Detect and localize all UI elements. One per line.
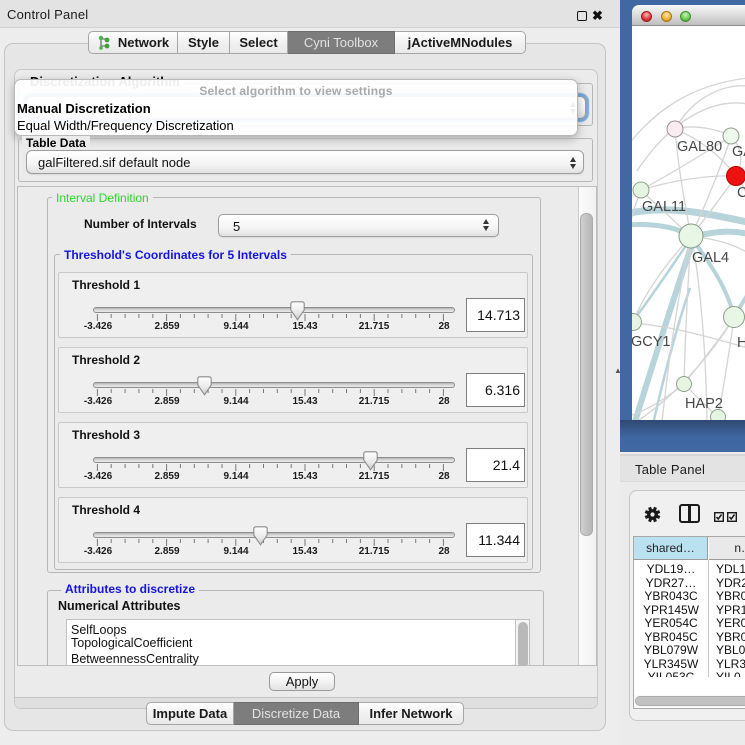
svg-text:C: C	[737, 185, 745, 201]
svg-text:H: H	[737, 335, 745, 351]
svg-text:GAL11: GAL11	[642, 199, 686, 215]
svg-text:GCY1: GCY1	[632, 334, 671, 350]
svg-text:GA: GA	[732, 144, 745, 160]
svg-text:HAP2: HAP2	[685, 396, 723, 412]
svg-text:GAL4: GAL4	[692, 250, 729, 266]
svg-text:GAL80: GAL80	[677, 139, 722, 155]
